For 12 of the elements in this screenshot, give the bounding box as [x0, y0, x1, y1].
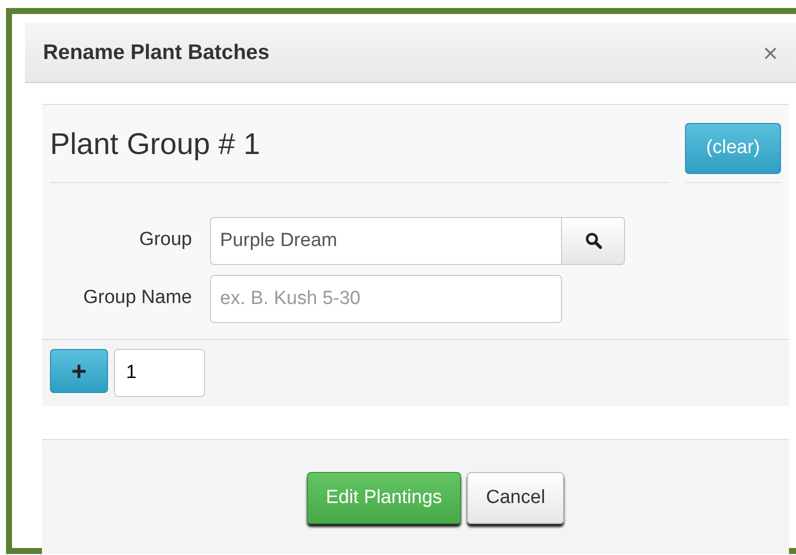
group-title: Plant Group # 1: [50, 123, 670, 182]
count-field[interactable]: 1: [114, 348, 205, 396]
close-button[interactable]: ×: [762, 40, 778, 66]
cancel-button[interactable]: Cancel: [467, 472, 564, 524]
add-button[interactable]: +: [50, 348, 108, 392]
search-button[interactable]: [562, 216, 625, 264]
dialog-title: Rename Plant Batches: [43, 40, 270, 66]
search-field[interactable]: Purple Dream: [210, 216, 562, 264]
text-field[interactable]: ex. B. Kush 5-30: [210, 274, 562, 322]
field-label: Group Name: [82, 286, 193, 310]
field-label: Group: [138, 228, 193, 252]
search-icon: [584, 232, 602, 249]
